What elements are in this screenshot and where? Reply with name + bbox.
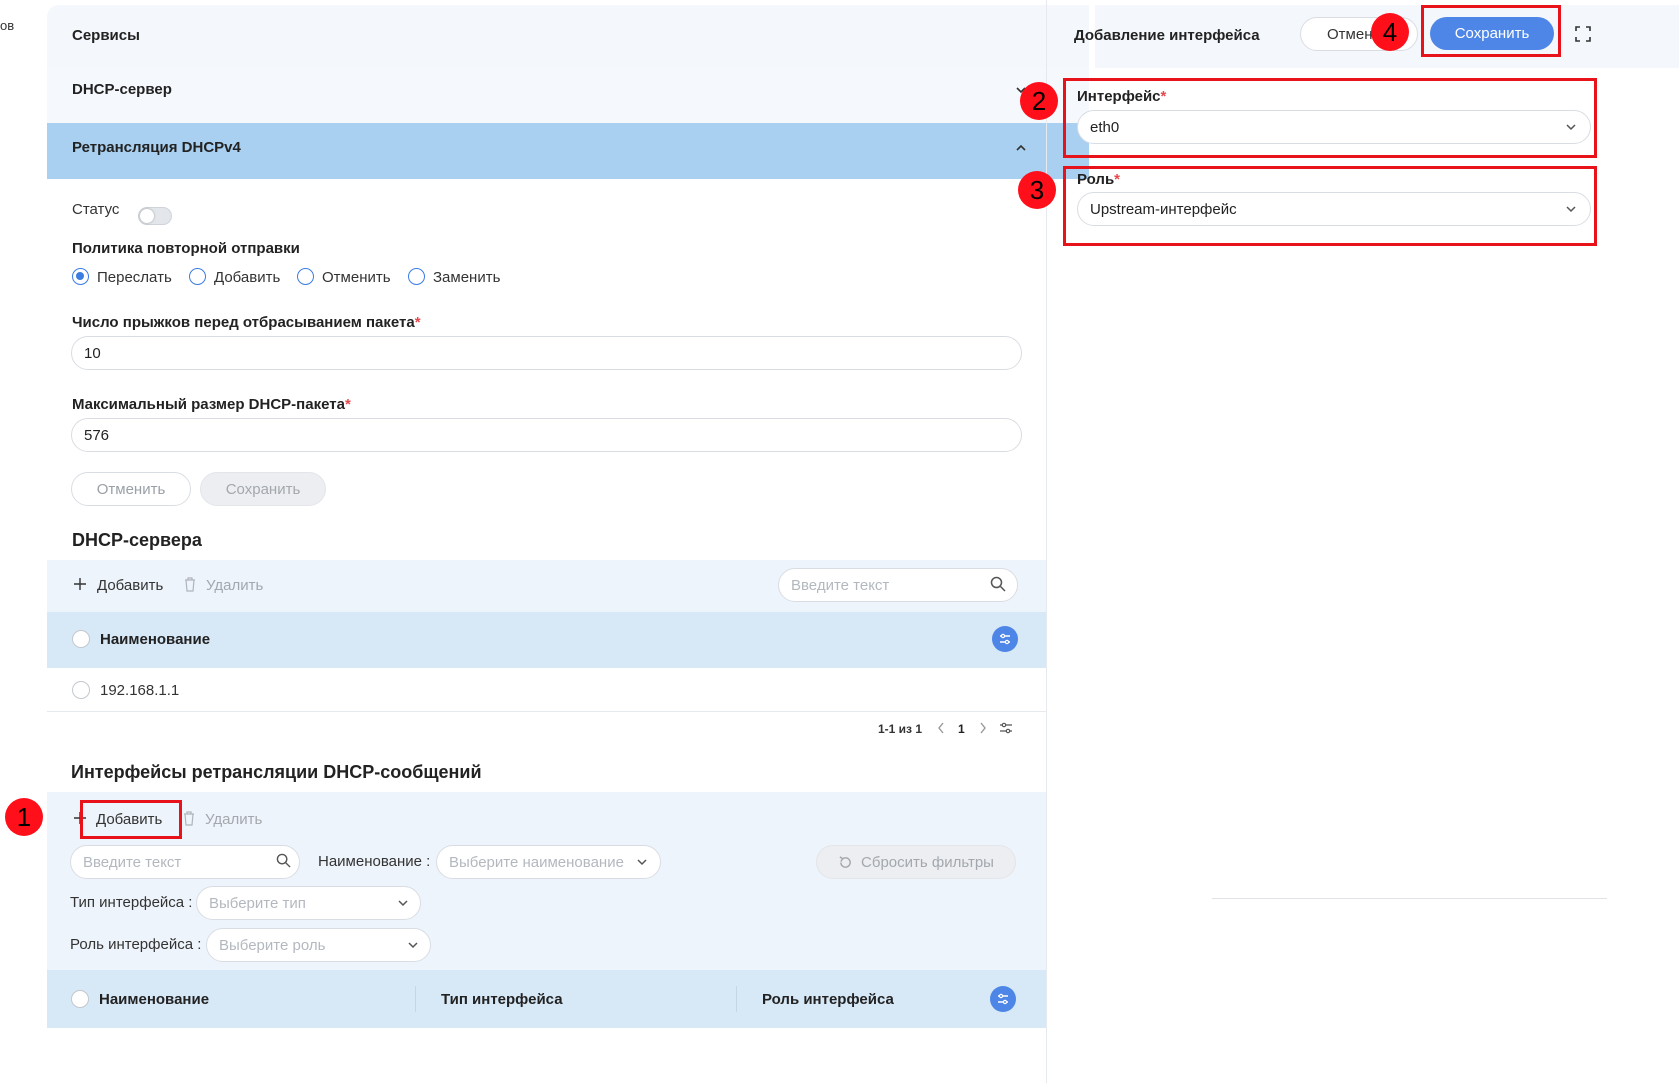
pagination-page[interactable]: 1	[958, 722, 965, 736]
server-ip-cell: 192.168.1.1	[100, 682, 180, 699]
filter-role-select[interactable]: Выберите роль	[206, 928, 431, 962]
role-label: Роль*	[1077, 171, 1120, 188]
interfaces-column-name: Наименование	[99, 991, 210, 1008]
servers-column-name: Наименование	[100, 631, 211, 648]
required-mark: *	[414, 314, 421, 331]
pagination-range: 1-1 из 1	[878, 722, 923, 736]
dhcp-server-accordion[interactable]	[47, 68, 1089, 123]
trash-icon	[184, 811, 194, 826]
filter-type-select[interactable]: Выберите тип	[196, 886, 421, 920]
max-size-label: Максимальный размер DHCP-пакета*	[72, 396, 351, 413]
panel-divider	[1046, 0, 1047, 1083]
chevron-down-icon	[408, 942, 418, 949]
table-row[interactable]	[47, 668, 1047, 712]
filter-role-label: Роль интерфейса :	[70, 936, 202, 953]
annotation-badge-2: 2	[1020, 82, 1058, 120]
column-settings-icon[interactable]	[990, 986, 1016, 1012]
interfaces-delete-button[interactable]: Удалить	[205, 811, 262, 828]
servers-add-button[interactable]: Добавить	[97, 577, 163, 594]
policy-label: Политика повторной отправки	[72, 240, 300, 257]
drawer-save-button[interactable]: Сохранить	[1430, 17, 1554, 50]
truncated-nav-label: ов	[0, 18, 15, 33]
policy-option-label: Добавить	[214, 269, 281, 286]
policy-radio-forward[interactable]	[72, 268, 89, 285]
required-mark: *	[1160, 88, 1167, 105]
dhcp-relay-accordion-label: Ретрансляция DHCPv4	[72, 139, 241, 156]
chevron-down-icon	[637, 859, 647, 866]
filter-type-label: Тип интерфейса :	[70, 894, 193, 911]
status-label: Статус	[72, 201, 120, 218]
max-size-label-text: Максимальный размер DHCP-пакета	[72, 396, 345, 413]
interface-select[interactable]: eth0	[1077, 110, 1591, 144]
interfaces-select-all-checkbox[interactable]	[71, 990, 89, 1008]
reset-icon	[839, 855, 851, 868]
chevron-down-icon	[1566, 206, 1576, 213]
chevron-down-icon	[1566, 124, 1576, 131]
dhcp-server-accordion-label: DHCP-сервер	[72, 81, 172, 98]
search-icon[interactable]	[990, 576, 1006, 592]
role-label-text: Роль	[1077, 171, 1115, 188]
filter-type-label-text: Тип интерфейса	[70, 894, 185, 911]
filter-role-label-text: Роль интерфейса	[70, 936, 194, 953]
reset-filters-label: Сбросить фильтры	[861, 853, 994, 871]
required-mark: *	[344, 396, 351, 413]
interfaces-column-type: Тип интерфейса	[441, 991, 563, 1008]
servers-delete-button[interactable]: Удалить	[206, 577, 263, 594]
form-save-button[interactable]: Сохранить	[200, 472, 326, 506]
interfaces-heading: Интерфейсы ретрансляции DHCP-сообщений	[71, 762, 482, 782]
interfaces-search-input[interactable]: Введите текст	[70, 845, 300, 879]
row-checkbox[interactable]	[72, 681, 90, 699]
filter-name-label: Наименование :	[318, 853, 431, 870]
reset-filters-button[interactable]: Сбросить фильтры	[816, 845, 1016, 879]
page-title: Сервисы	[72, 27, 140, 44]
servers-search-input[interactable]: Введите текст	[778, 568, 1018, 602]
interface-label-text: Интерфейс	[1077, 88, 1161, 105]
interface-label: Интерфейс*	[1077, 88, 1166, 105]
interfaces-column-role: Роль интерфейса	[762, 991, 894, 1008]
search-icon[interactable]	[276, 853, 291, 868]
servers-select-all-checkbox[interactable]	[72, 630, 90, 648]
add-interface-drawer	[1095, 0, 1679, 1083]
policy-option-label: Переслать	[97, 269, 172, 286]
chevron-right-icon[interactable]	[978, 721, 988, 735]
pagination-settings-icon[interactable]	[999, 721, 1013, 735]
annotation-box-1	[80, 800, 182, 839]
policy-option-label: Заменить	[433, 269, 501, 286]
annotation-badge-1: 1	[5, 798, 43, 836]
policy-option-label: Отменить	[322, 269, 391, 286]
chevron-up-icon[interactable]	[1014, 141, 1028, 155]
filter-name-label-text: Наименование	[318, 853, 422, 870]
max-size-input[interactable]: 576	[71, 418, 1022, 452]
annotation-badge-4: 4	[1371, 13, 1409, 51]
drawer-title: Добавление интерфейса	[1074, 27, 1260, 44]
chevron-down-icon	[398, 900, 408, 907]
filter-name-select[interactable]: Выберите наименование	[436, 845, 661, 879]
services-header	[47, 5, 1089, 68]
status-toggle[interactable]	[138, 207, 172, 225]
form-cancel-button[interactable]: Отменить	[71, 472, 191, 506]
policy-radio-replace[interactable]	[408, 268, 425, 285]
hops-label: Число прыжков перед отбрасыванием пакета…	[72, 314, 421, 331]
required-mark: *	[1114, 171, 1121, 188]
column-divider	[415, 986, 416, 1012]
hops-label-text: Число прыжков перед отбрасыванием пакета	[72, 314, 415, 331]
divider-line	[1212, 898, 1607, 899]
policy-radio-add[interactable]	[189, 268, 206, 285]
chevron-left-icon[interactable]	[936, 721, 946, 735]
fullscreen-icon[interactable]	[1575, 26, 1591, 42]
role-select[interactable]: Upstream-интерфейс	[1077, 192, 1591, 226]
plus-icon	[74, 578, 86, 590]
annotation-badge-3: 3	[1018, 171, 1056, 209]
servers-heading: DHCP-сервера	[72, 530, 202, 550]
hops-input[interactable]: 10	[71, 336, 1022, 370]
column-divider	[736, 986, 737, 1012]
trash-icon	[185, 577, 195, 592]
policy-radio-cancel[interactable]	[297, 268, 314, 285]
column-settings-icon[interactable]	[992, 626, 1018, 652]
